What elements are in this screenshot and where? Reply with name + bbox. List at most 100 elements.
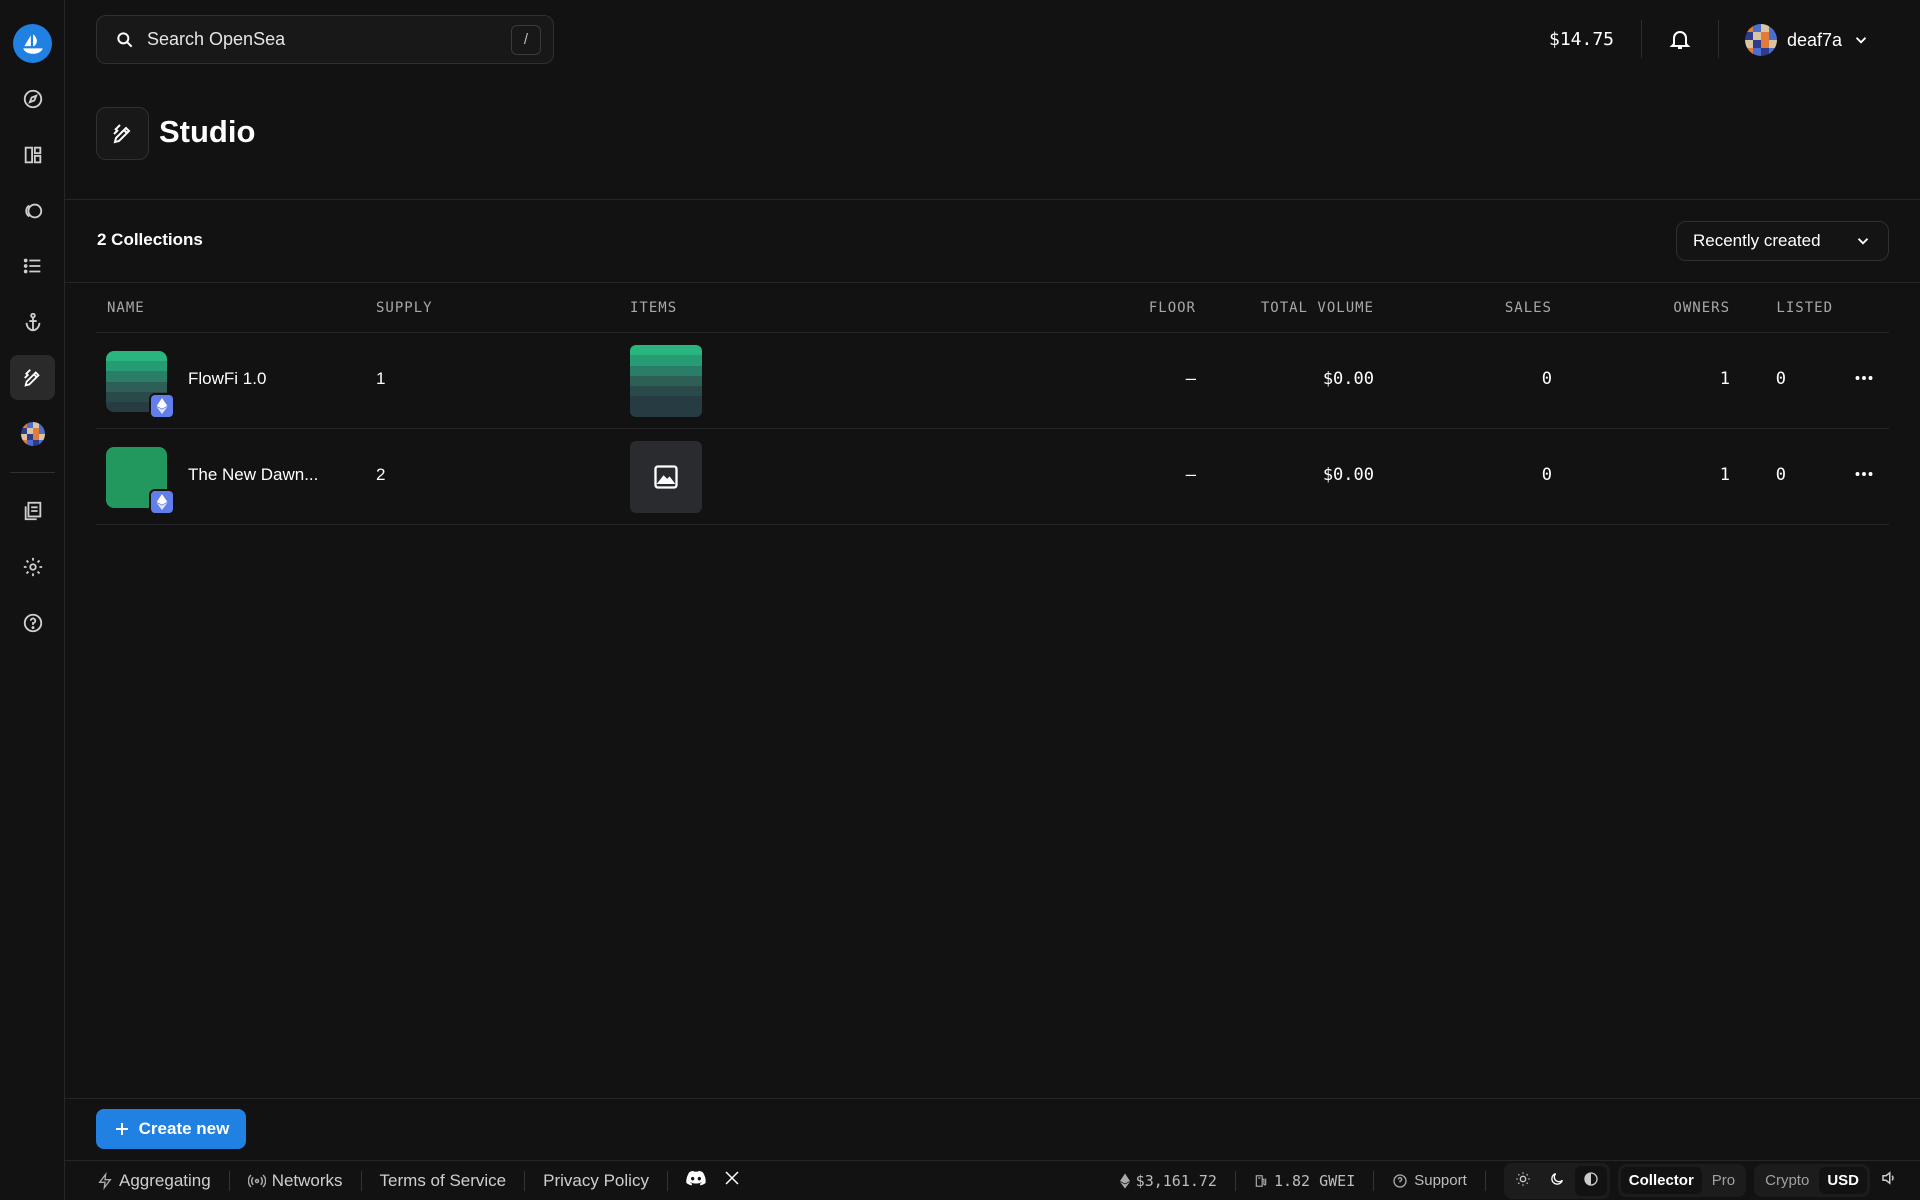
studio-pencil-icon[interactable] [10,355,55,400]
privacy-policy-link[interactable]: Privacy Policy [543,1171,649,1191]
drops-anchor-icon[interactable] [10,299,55,344]
column-header-sales[interactable]: SALES [1505,300,1552,316]
x-twitter-icon[interactable] [724,1170,740,1191]
footer-divider [666,1170,668,1191]
table-header: NAME SUPPLY ITEMS FLOOR TOTAL VOLUME SAL… [96,285,1889,333]
table-row[interactable]: The New Dawn... 2 — $0.00 0 1 0 [96,429,1889,525]
collections-grid-icon[interactable] [10,132,55,177]
search-input[interactable]: Search OpenSea / [96,15,554,64]
table-row[interactable]: FlowFi 1.0 1 — $0.00 0 1 0 [96,333,1889,429]
usd-currency-option[interactable]: USD [1819,1167,1867,1194]
aggregating-status[interactable]: Aggregating [97,1171,211,1191]
total-volume-value: $0.00 [1322,465,1374,485]
sort-label: Recently created [1693,231,1821,250]
resources-icon[interactable] [10,488,55,533]
search-placeholder: Search OpenSea [147,29,286,49]
more-options-icon[interactable] [1851,461,1877,492]
owners-value: 1 [1719,369,1730,389]
pro-mode-option[interactable]: Pro [1704,1167,1743,1194]
support-label: Support [1414,1172,1467,1189]
currency-toggle: Crypto USD [1754,1164,1870,1197]
ethereum-icon [149,489,175,515]
mode-toggle: Collector Pro [1617,1164,1747,1197]
collections-table: NAME SUPPLY ITEMS FLOOR TOTAL VOLUME SAL… [96,285,1889,525]
discord-icon[interactable] [686,1170,706,1191]
footer-divider [1234,1170,1236,1191]
footer-divider [1373,1170,1375,1191]
aggregating-label: Aggregating [119,1170,211,1190]
profile-avatar[interactable] [10,411,55,456]
column-header-name[interactable]: NAME [107,300,145,316]
collector-mode-option[interactable]: Collector [1620,1167,1702,1194]
networks-label: Networks [271,1170,343,1190]
collection-name[interactable]: The New Dawn... [188,465,318,485]
more-options-icon[interactable] [1851,365,1877,396]
help-question-icon [1393,1173,1407,1188]
create-new-label: Create new [138,1119,230,1138]
floor-value: — [1185,465,1196,485]
supply-value: 2 [376,465,386,484]
footer-divider [524,1170,526,1191]
sound-speaker-icon[interactable] [1880,1169,1898,1192]
search-icon [117,31,133,47]
settings-gear-icon[interactable] [10,544,55,589]
collection-name[interactable]: FlowFi 1.0 [188,369,266,389]
sort-dropdown[interactable]: Recently created [1676,221,1889,261]
sidebar [0,0,65,1200]
ethereum-icon [149,393,175,419]
studio-icon [96,107,149,160]
account-menu[interactable]: deaf7a [1745,24,1870,56]
chevron-down-icon [1857,238,1869,245]
system-theme-contrast-icon[interactable] [1574,1165,1607,1196]
column-header-supply[interactable]: SUPPLY [376,300,433,316]
eth-price-value: $3,161.72 [1135,1171,1217,1190]
notifications-bell-icon[interactable] [1668,27,1692,56]
activity-list-icon[interactable] [10,243,55,288]
divider [65,282,1920,283]
lightning-icon [98,1171,112,1190]
broadcast-icon [247,1173,266,1188]
search-shortcut-key: / [511,24,541,55]
footer-bar: Aggregating Networks Terms of Service Pr… [65,1160,1920,1200]
support-link[interactable]: Support [1392,1172,1467,1189]
column-header-floor[interactable]: FLOOR [1149,300,1196,316]
header-divider [1718,20,1719,58]
opensea-logo-icon[interactable] [13,24,52,63]
floor-value: — [1185,369,1196,389]
networks-link[interactable]: Networks [247,1170,343,1191]
item-thumbnail[interactable] [630,345,702,417]
terms-of-service-link[interactable]: Terms of Service [380,1171,507,1191]
supply-value: 1 [376,369,386,388]
discover-compass-icon[interactable] [10,76,55,121]
crypto-currency-option[interactable]: Crypto [1757,1167,1817,1194]
dark-theme-moon-icon[interactable] [1541,1166,1573,1196]
theme-toggle [1503,1162,1610,1199]
account-avatar [1745,24,1777,56]
header-divider [1641,20,1642,58]
divider [65,1098,1920,1099]
help-question-icon[interactable] [10,600,55,645]
plus-icon [115,1123,128,1135]
footer-divider [228,1170,230,1191]
footer-divider [360,1170,362,1191]
sidebar-divider [10,472,55,473]
column-header-total-volume[interactable]: TOTAL VOLUME [1261,300,1374,316]
ethereum-icon [1119,1173,1130,1188]
gas-pump-icon [1255,1174,1267,1187]
listed-value: 0 [1775,369,1786,389]
tokens-icon[interactable] [10,188,55,233]
sales-value: 0 [1541,465,1552,485]
footer-divider [1484,1170,1486,1191]
column-header-listed[interactable]: LISTED [1776,300,1833,316]
owners-value: 1 [1719,465,1730,485]
page-title: Studio [159,114,256,149]
create-new-button[interactable]: Create new [96,1109,246,1149]
column-header-owners[interactable]: OWNERS [1673,300,1730,316]
light-theme-sun-icon[interactable] [1507,1166,1539,1196]
listed-value: 0 [1775,465,1786,485]
wallet-balance[interactable]: $14.75 [1549,29,1614,50]
column-header-items[interactable]: ITEMS [630,300,677,316]
account-name: deaf7a [1787,29,1843,50]
gas-price-value: 1.82 GWEI [1273,1171,1356,1190]
image-placeholder-icon[interactable] [630,441,702,513]
